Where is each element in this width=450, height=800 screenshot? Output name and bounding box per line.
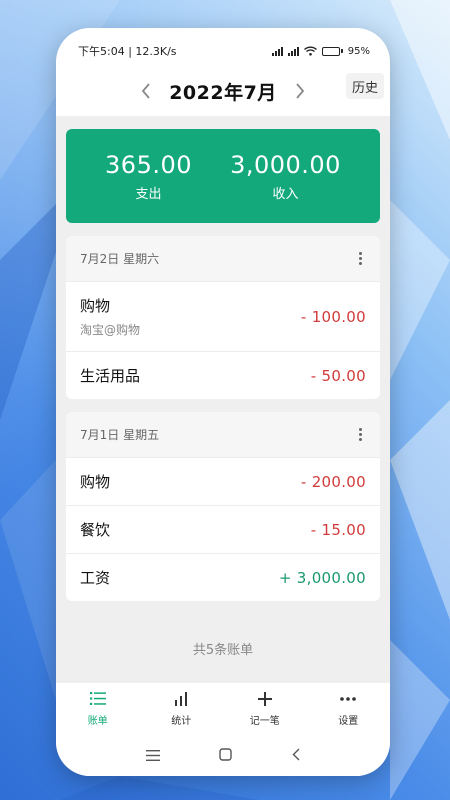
entry-category: 餐饮 — [80, 521, 111, 539]
day-date: 7月2日 星期六 — [80, 252, 160, 266]
battery-percent: 95% — [347, 45, 370, 57]
more-vert-icon[interactable] — [355, 248, 366, 269]
battery-icon — [321, 46, 343, 56]
summary-card: 365.00 支出 3,000.00 收入 — [66, 129, 380, 223]
tab-label: 记一笔 — [249, 715, 280, 727]
tab-label: 统计 — [171, 715, 192, 727]
day-header: 7月2日 星期六 — [66, 236, 380, 281]
bottom-tab-bar: 账单 统计 记一笔 设置 — [56, 682, 390, 734]
expense-total: 365.00 — [105, 150, 193, 179]
entry-amount: - 50.00 — [310, 366, 366, 385]
home-icon[interactable] — [219, 746, 233, 765]
phone-frame: 下午5:04 | 12.3K/s 95% 2022年7月 历史 365.00 支… — [56, 28, 390, 776]
status-icons: 95% — [271, 45, 370, 57]
tab-bills[interactable]: 账单 — [56, 683, 140, 734]
bar-chart-icon — [172, 691, 190, 707]
status-bar: 下午5:04 | 12.3K/s 95% — [56, 28, 390, 66]
day-group: 7月2日 星期六 购物 淘宝@购物 - 100.00 生活用品 - 50.00 — [66, 236, 380, 399]
entry-note: 淘宝@购物 — [80, 323, 141, 337]
list-item[interactable]: 购物 - 200.00 — [66, 457, 380, 505]
day-date: 7月1日 星期五 — [80, 428, 160, 442]
day-header: 7月1日 星期五 — [66, 412, 380, 457]
entry-amount: + 3,000.00 — [278, 568, 366, 587]
back-icon[interactable] — [292, 746, 300, 765]
signal-icon — [271, 46, 283, 56]
entry-category: 生活用品 — [80, 367, 141, 385]
income-summary: 3,000.00 收入 — [230, 151, 341, 202]
entry-category: 工资 — [80, 569, 111, 587]
signal-icon — [287, 46, 299, 56]
income-total: 3,000.00 — [230, 150, 341, 179]
tab-stats[interactable]: 统计 — [140, 683, 224, 734]
page-title: 2022年7月 — [169, 81, 277, 104]
entry-amount: - 200.00 — [300, 472, 366, 491]
main-content: 365.00 支出 3,000.00 收入 7月2日 星期六 购物 淘宝@购物 … — [56, 116, 390, 682]
list-item[interactable]: 生活用品 - 50.00 — [66, 351, 380, 399]
list-item[interactable]: 餐饮 - 15.00 — [66, 505, 380, 553]
menu-icon[interactable] — [145, 746, 160, 765]
status-time-speed: 下午5:04 | 12.3K/s — [78, 45, 177, 58]
entry-amount: - 15.00 — [310, 520, 366, 539]
month-header: 2022年7月 历史 — [56, 66, 390, 116]
expense-label: 支出 — [135, 186, 162, 202]
entry-amount: - 100.00 — [300, 307, 366, 326]
tab-label: 设置 — [338, 715, 359, 727]
tab-label: 账单 — [87, 715, 108, 727]
tab-add-record[interactable]: 记一笔 — [223, 683, 307, 734]
chevron-right-icon[interactable] — [291, 82, 309, 100]
list-icon — [89, 691, 107, 707]
income-label: 收入 — [272, 186, 299, 202]
more-vert-icon[interactable] — [355, 424, 366, 445]
chevron-left-icon[interactable] — [137, 82, 155, 100]
plus-icon — [256, 691, 274, 707]
history-button[interactable]: 历史 — [346, 73, 384, 99]
system-nav-bar — [56, 734, 390, 776]
entry-category: 购物 — [80, 473, 111, 491]
more-icon — [339, 691, 357, 707]
list-item[interactable]: 工资 + 3,000.00 — [66, 553, 380, 601]
list-item[interactable]: 购物 淘宝@购物 - 100.00 — [66, 281, 380, 351]
tab-settings[interactable]: 设置 — [307, 683, 391, 734]
day-group: 7月1日 星期五 购物 - 200.00 餐饮 - 15.00 工资 + 3,0… — [66, 412, 380, 601]
wifi-icon — [303, 46, 317, 56]
bill-count: 共5条账单 — [192, 643, 254, 658]
entry-category: 购物 — [80, 297, 111, 315]
expense-summary: 365.00 支出 — [105, 151, 192, 202]
